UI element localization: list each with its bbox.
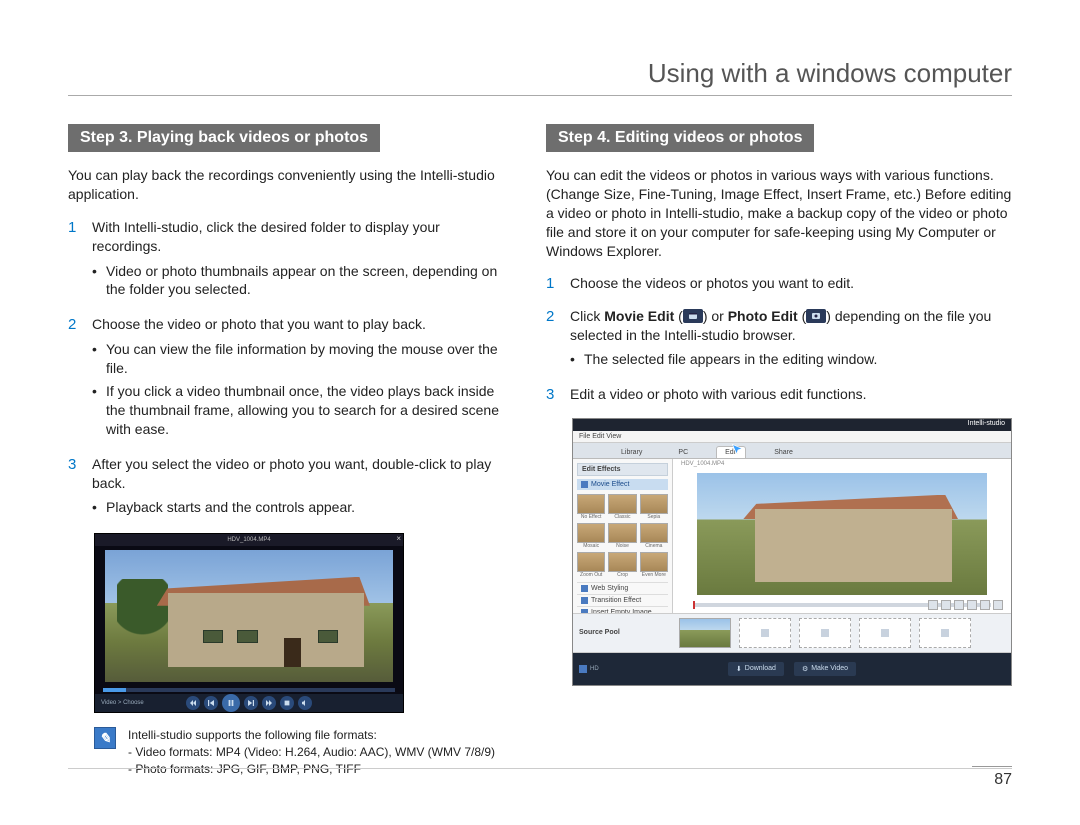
- step-text: With Intelli-studio, click the desired f…: [92, 219, 440, 254]
- step-number: 2: [68, 315, 82, 442]
- effect-thumb: Mosaic: [577, 523, 605, 549]
- column-step3: Step 3. Playing back videos or photos Yo…: [68, 124, 506, 778]
- playback-source-label: Video > Choose: [101, 700, 144, 706]
- column-step4: Step 4. Editing videos or photos You can…: [546, 124, 1012, 778]
- editor-preview: HDV_1004.MP4: [673, 459, 1011, 613]
- step-text: Choose the videos or photos you want to …: [570, 275, 854, 291]
- clip-placeholder: [919, 618, 971, 648]
- tab-library: Library: [613, 447, 650, 458]
- skip-forward-icon: [262, 696, 276, 710]
- photo-edit-label: Photo Edit: [728, 308, 798, 324]
- volume-icon: [298, 696, 312, 710]
- step-number: 2: [546, 307, 560, 374]
- timeline-control-icon: [954, 600, 964, 610]
- footer-rule: [68, 768, 1012, 769]
- note-line: - Photo formats: JPG, GIF, BMP, PNG, TIF…: [128, 761, 495, 778]
- step-number: 1: [68, 218, 82, 304]
- rewind-icon: [204, 696, 218, 710]
- step-number: 3: [68, 455, 82, 522]
- sidebar-heading: Edit Effects: [577, 463, 668, 476]
- skip-back-icon: [186, 696, 200, 710]
- step-text-or: or: [711, 308, 727, 324]
- close-icon: ×: [396, 534, 401, 543]
- step3-heading: Step 3. Playing back videos or photos: [68, 124, 380, 152]
- step-number: 1: [546, 274, 560, 294]
- page-number: 87: [972, 766, 1012, 789]
- timeline-control-icon: [967, 600, 977, 610]
- movie-edit-icon: [683, 309, 703, 323]
- effect-thumb: No Effect: [577, 494, 605, 520]
- effect-thumb: Classic: [608, 494, 636, 520]
- step-sub: You can view the file information by mov…: [92, 340, 506, 378]
- movie-effect-row: Movie Effect: [577, 479, 668, 490]
- step-text: Choose the video or photo that you want …: [92, 316, 426, 332]
- step-sub: Video or photo thumbnails appear on the …: [92, 262, 506, 300]
- timeline-control-icon: [928, 600, 938, 610]
- source-pool: Source Pool: [573, 613, 1011, 653]
- editor-bottom-bar: HD ⬇Download ⚙Make Video: [573, 653, 1011, 685]
- step3-intro: You can play back the recordings conveni…: [68, 166, 506, 204]
- step-text-pre: Click: [570, 308, 604, 324]
- effect-thumb: Sepia: [640, 494, 668, 520]
- menu-bar: File Edit View: [573, 431, 1011, 443]
- page-title: Using with a windows computer: [68, 58, 1012, 96]
- note-line: - Video formats: MP4 (Video: H.264, Audi…: [128, 744, 495, 761]
- step-number: 3: [546, 385, 560, 405]
- tab-edit: Edit: [716, 446, 746, 458]
- clip-placeholder: [859, 618, 911, 648]
- playback-photo: [105, 550, 393, 682]
- clip-thumb: [679, 618, 731, 648]
- note-line: Intelli-studio supports the following fi…: [128, 727, 495, 744]
- editor-screenshot: Intelli-studio File Edit View Library PC…: [572, 418, 1012, 686]
- effect-thumb: Zoom Out: [577, 552, 605, 578]
- editor-sidebar: Edit Effects Movie Effect No Effect Clas…: [573, 459, 673, 613]
- tab-share: Share: [766, 447, 801, 458]
- movie-edit-label: Movie Edit: [604, 308, 674, 324]
- playback-screenshot: HDV_1004.MP4 × Video > Choose: [94, 533, 404, 713]
- playback-filename: HDV_1004.MP4: [95, 534, 403, 546]
- pause-icon: [222, 694, 240, 712]
- step4-intro: You can edit the videos or photos in var…: [546, 166, 1012, 260]
- preview-filename: HDV_1004.MP4: [681, 461, 724, 467]
- timeline-control-icon: [980, 600, 990, 610]
- hd-badge: HD: [579, 665, 599, 673]
- timeline-control-icon: [941, 600, 951, 610]
- effect-thumb: Even More: [640, 552, 668, 578]
- step-text: After you select the video or photo you …: [92, 456, 491, 491]
- source-pool-label: Source Pool: [573, 629, 673, 636]
- tab-bar: Library PC Edit Share: [573, 443, 1011, 459]
- clip-placeholder: [799, 618, 851, 648]
- app-logo: Intelli-studio: [968, 420, 1005, 427]
- effect-thumb: Cinema: [640, 523, 668, 549]
- playback-controls: Video > Choose: [95, 694, 403, 712]
- download-icon: ⬇: [736, 665, 742, 673]
- stop-icon: [280, 696, 294, 710]
- step-text: Edit a video or photo with various edit …: [570, 386, 867, 402]
- effect-thumb: Crop: [608, 552, 636, 578]
- tab-pc: PC: [670, 447, 696, 458]
- playback-progress: [103, 688, 395, 692]
- make-video-button: ⚙Make Video: [794, 662, 856, 676]
- forward-icon: [244, 696, 258, 710]
- note-icon: ✎: [94, 727, 116, 749]
- photo-edit-icon: [806, 309, 826, 323]
- effect-thumb: Noise: [608, 523, 636, 549]
- cursor-icon: [731, 443, 745, 457]
- step-sub: The selected file appears in the editing…: [570, 350, 1012, 369]
- clip-placeholder: [739, 618, 791, 648]
- sidebar-option: Web Styling: [577, 582, 668, 594]
- step-sub: If you click a video thumbnail once, the…: [92, 382, 506, 439]
- timeline-control-icon: [993, 600, 1003, 610]
- note-box: ✎ Intelli-studio supports the following …: [94, 727, 506, 777]
- step4-heading: Step 4. Editing videos or photos: [546, 124, 814, 152]
- sidebar-option: Transition Effect: [577, 594, 668, 606]
- gear-icon: ⚙: [802, 665, 808, 673]
- download-button: ⬇Download: [728, 662, 784, 676]
- step-sub: Playback starts and the controls appear.: [92, 498, 506, 517]
